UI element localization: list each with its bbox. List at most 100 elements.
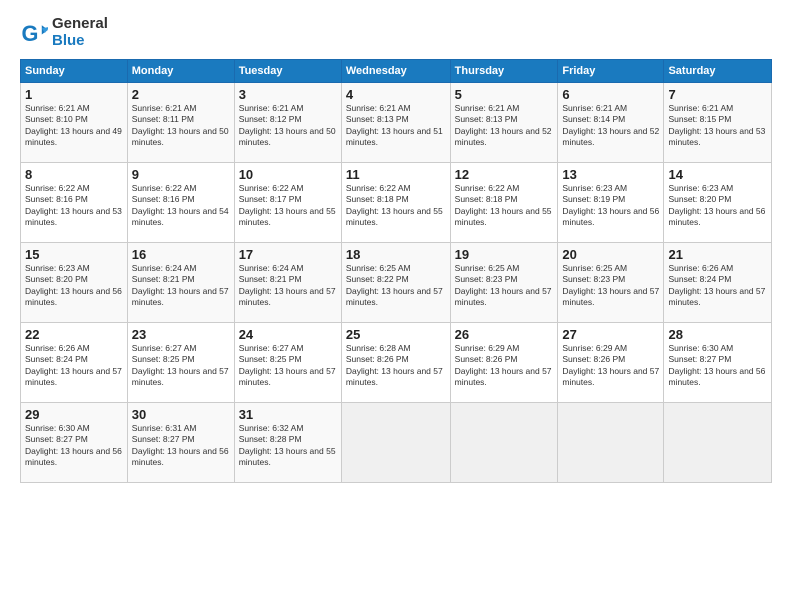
calendar-table: SundayMondayTuesdayWednesdayThursdayFrid… — [20, 59, 772, 483]
day-number: 9 — [132, 167, 230, 182]
day-number: 4 — [346, 87, 446, 102]
day-number: 21 — [668, 247, 767, 262]
calendar-header-friday: Friday — [558, 60, 664, 83]
calendar-cell: 4 Sunrise: 6:21 AM Sunset: 8:13 PM Dayli… — [341, 83, 450, 163]
day-info: Sunrise: 6:21 AM Sunset: 8:13 PM Dayligh… — [455, 103, 554, 149]
week-row-1: 1 Sunrise: 6:21 AM Sunset: 8:10 PM Dayli… — [21, 83, 772, 163]
calendar-cell: 3 Sunrise: 6:21 AM Sunset: 8:12 PM Dayli… — [234, 83, 341, 163]
day-info: Sunrise: 6:30 AM Sunset: 8:27 PM Dayligh… — [668, 343, 767, 389]
day-info: Sunrise: 6:21 AM Sunset: 8:11 PM Dayligh… — [132, 103, 230, 149]
week-row-3: 15 Sunrise: 6:23 AM Sunset: 8:20 PM Dayl… — [21, 243, 772, 323]
day-info: Sunrise: 6:23 AM Sunset: 8:20 PM Dayligh… — [668, 183, 767, 229]
day-info: Sunrise: 6:21 AM Sunset: 8:13 PM Dayligh… — [346, 103, 446, 149]
calendar-cell: 5 Sunrise: 6:21 AM Sunset: 8:13 PM Dayli… — [450, 83, 558, 163]
calendar-header-saturday: Saturday — [664, 60, 772, 83]
day-number: 18 — [346, 247, 446, 262]
svg-text:G: G — [22, 20, 39, 45]
calendar-cell: 11 Sunrise: 6:22 AM Sunset: 8:18 PM Dayl… — [341, 163, 450, 243]
calendar-cell: 30 Sunrise: 6:31 AM Sunset: 8:27 PM Dayl… — [127, 403, 234, 483]
calendar-cell: 21 Sunrise: 6:26 AM Sunset: 8:24 PM Dayl… — [664, 243, 772, 323]
calendar-cell: 12 Sunrise: 6:22 AM Sunset: 8:18 PM Dayl… — [450, 163, 558, 243]
day-number: 6 — [562, 87, 659, 102]
day-number: 25 — [346, 327, 446, 342]
day-info: Sunrise: 6:22 AM Sunset: 8:16 PM Dayligh… — [25, 183, 123, 229]
day-number: 14 — [668, 167, 767, 182]
day-info: Sunrise: 6:28 AM Sunset: 8:26 PM Dayligh… — [346, 343, 446, 389]
day-info: Sunrise: 6:25 AM Sunset: 8:22 PM Dayligh… — [346, 263, 446, 309]
week-row-4: 22 Sunrise: 6:26 AM Sunset: 8:24 PM Dayl… — [21, 323, 772, 403]
calendar-header-sunday: Sunday — [21, 60, 128, 83]
day-info: Sunrise: 6:26 AM Sunset: 8:24 PM Dayligh… — [668, 263, 767, 309]
week-row-5: 29 Sunrise: 6:30 AM Sunset: 8:27 PM Dayl… — [21, 403, 772, 483]
day-number: 26 — [455, 327, 554, 342]
calendar-cell: 17 Sunrise: 6:24 AM Sunset: 8:21 PM Dayl… — [234, 243, 341, 323]
day-info: Sunrise: 6:23 AM Sunset: 8:19 PM Dayligh… — [562, 183, 659, 229]
day-number: 19 — [455, 247, 554, 262]
week-row-2: 8 Sunrise: 6:22 AM Sunset: 8:16 PM Dayli… — [21, 163, 772, 243]
day-info: Sunrise: 6:27 AM Sunset: 8:25 PM Dayligh… — [132, 343, 230, 389]
calendar-cell: 22 Sunrise: 6:26 AM Sunset: 8:24 PM Dayl… — [21, 323, 128, 403]
day-info: Sunrise: 6:29 AM Sunset: 8:26 PM Dayligh… — [455, 343, 554, 389]
calendar-cell: 26 Sunrise: 6:29 AM Sunset: 8:26 PM Dayl… — [450, 323, 558, 403]
day-info: Sunrise: 6:30 AM Sunset: 8:27 PM Dayligh… — [25, 423, 123, 469]
calendar-cell: 8 Sunrise: 6:22 AM Sunset: 8:16 PM Dayli… — [21, 163, 128, 243]
calendar-cell: 15 Sunrise: 6:23 AM Sunset: 8:20 PM Dayl… — [21, 243, 128, 323]
calendar-cell: 24 Sunrise: 6:27 AM Sunset: 8:25 PM Dayl… — [234, 323, 341, 403]
day-info: Sunrise: 6:24 AM Sunset: 8:21 PM Dayligh… — [132, 263, 230, 309]
day-number: 11 — [346, 167, 446, 182]
day-number: 31 — [239, 407, 337, 422]
day-info: Sunrise: 6:31 AM Sunset: 8:27 PM Dayligh… — [132, 423, 230, 469]
day-number: 13 — [562, 167, 659, 182]
day-info: Sunrise: 6:22 AM Sunset: 8:18 PM Dayligh… — [346, 183, 446, 229]
day-info: Sunrise: 6:22 AM Sunset: 8:18 PM Dayligh… — [455, 183, 554, 229]
calendar-cell: 16 Sunrise: 6:24 AM Sunset: 8:21 PM Dayl… — [127, 243, 234, 323]
day-info: Sunrise: 6:21 AM Sunset: 8:10 PM Dayligh… — [25, 103, 123, 149]
calendar-cell — [664, 403, 772, 483]
day-number: 30 — [132, 407, 230, 422]
day-number: 23 — [132, 327, 230, 342]
calendar-header-thursday: Thursday — [450, 60, 558, 83]
day-info: Sunrise: 6:22 AM Sunset: 8:17 PM Dayligh… — [239, 183, 337, 229]
calendar-cell: 9 Sunrise: 6:22 AM Sunset: 8:16 PM Dayli… — [127, 163, 234, 243]
logo: G General Blue — [20, 16, 108, 49]
calendar-header-tuesday: Tuesday — [234, 60, 341, 83]
day-info: Sunrise: 6:27 AM Sunset: 8:25 PM Dayligh… — [239, 343, 337, 389]
day-number: 7 — [668, 87, 767, 102]
header: G General Blue — [20, 16, 772, 49]
page: G General Blue SundayMondayTuesdayWednes… — [0, 0, 792, 612]
day-info: Sunrise: 6:24 AM Sunset: 8:21 PM Dayligh… — [239, 263, 337, 309]
calendar-cell: 2 Sunrise: 6:21 AM Sunset: 8:11 PM Dayli… — [127, 83, 234, 163]
calendar-header-monday: Monday — [127, 60, 234, 83]
day-number: 3 — [239, 87, 337, 102]
day-number: 27 — [562, 327, 659, 342]
day-info: Sunrise: 6:29 AM Sunset: 8:26 PM Dayligh… — [562, 343, 659, 389]
day-info: Sunrise: 6:21 AM Sunset: 8:15 PM Dayligh… — [668, 103, 767, 149]
day-number: 12 — [455, 167, 554, 182]
logo-text: General Blue — [52, 16, 108, 49]
day-number: 8 — [25, 167, 123, 182]
day-number: 2 — [132, 87, 230, 102]
day-info: Sunrise: 6:23 AM Sunset: 8:20 PM Dayligh… — [25, 263, 123, 309]
calendar-cell: 1 Sunrise: 6:21 AM Sunset: 8:10 PM Dayli… — [21, 83, 128, 163]
calendar-cell: 18 Sunrise: 6:25 AM Sunset: 8:22 PM Dayl… — [341, 243, 450, 323]
day-info: Sunrise: 6:26 AM Sunset: 8:24 PM Dayligh… — [25, 343, 123, 389]
day-info: Sunrise: 6:32 AM Sunset: 8:28 PM Dayligh… — [239, 423, 337, 469]
calendar-cell: 29 Sunrise: 6:30 AM Sunset: 8:27 PM Dayl… — [21, 403, 128, 483]
day-number: 20 — [562, 247, 659, 262]
calendar-cell: 6 Sunrise: 6:21 AM Sunset: 8:14 PM Dayli… — [558, 83, 664, 163]
calendar-cell: 7 Sunrise: 6:21 AM Sunset: 8:15 PM Dayli… — [664, 83, 772, 163]
day-number: 22 — [25, 327, 123, 342]
day-info: Sunrise: 6:25 AM Sunset: 8:23 PM Dayligh… — [562, 263, 659, 309]
calendar-cell: 31 Sunrise: 6:32 AM Sunset: 8:28 PM Dayl… — [234, 403, 341, 483]
day-info: Sunrise: 6:22 AM Sunset: 8:16 PM Dayligh… — [132, 183, 230, 229]
day-number: 16 — [132, 247, 230, 262]
day-number: 10 — [239, 167, 337, 182]
day-number: 5 — [455, 87, 554, 102]
day-number: 24 — [239, 327, 337, 342]
calendar-header-wednesday: Wednesday — [341, 60, 450, 83]
day-number: 29 — [25, 407, 123, 422]
day-number: 28 — [668, 327, 767, 342]
calendar-cell — [341, 403, 450, 483]
calendar-cell: 27 Sunrise: 6:29 AM Sunset: 8:26 PM Dayl… — [558, 323, 664, 403]
day-info: Sunrise: 6:21 AM Sunset: 8:12 PM Dayligh… — [239, 103, 337, 149]
